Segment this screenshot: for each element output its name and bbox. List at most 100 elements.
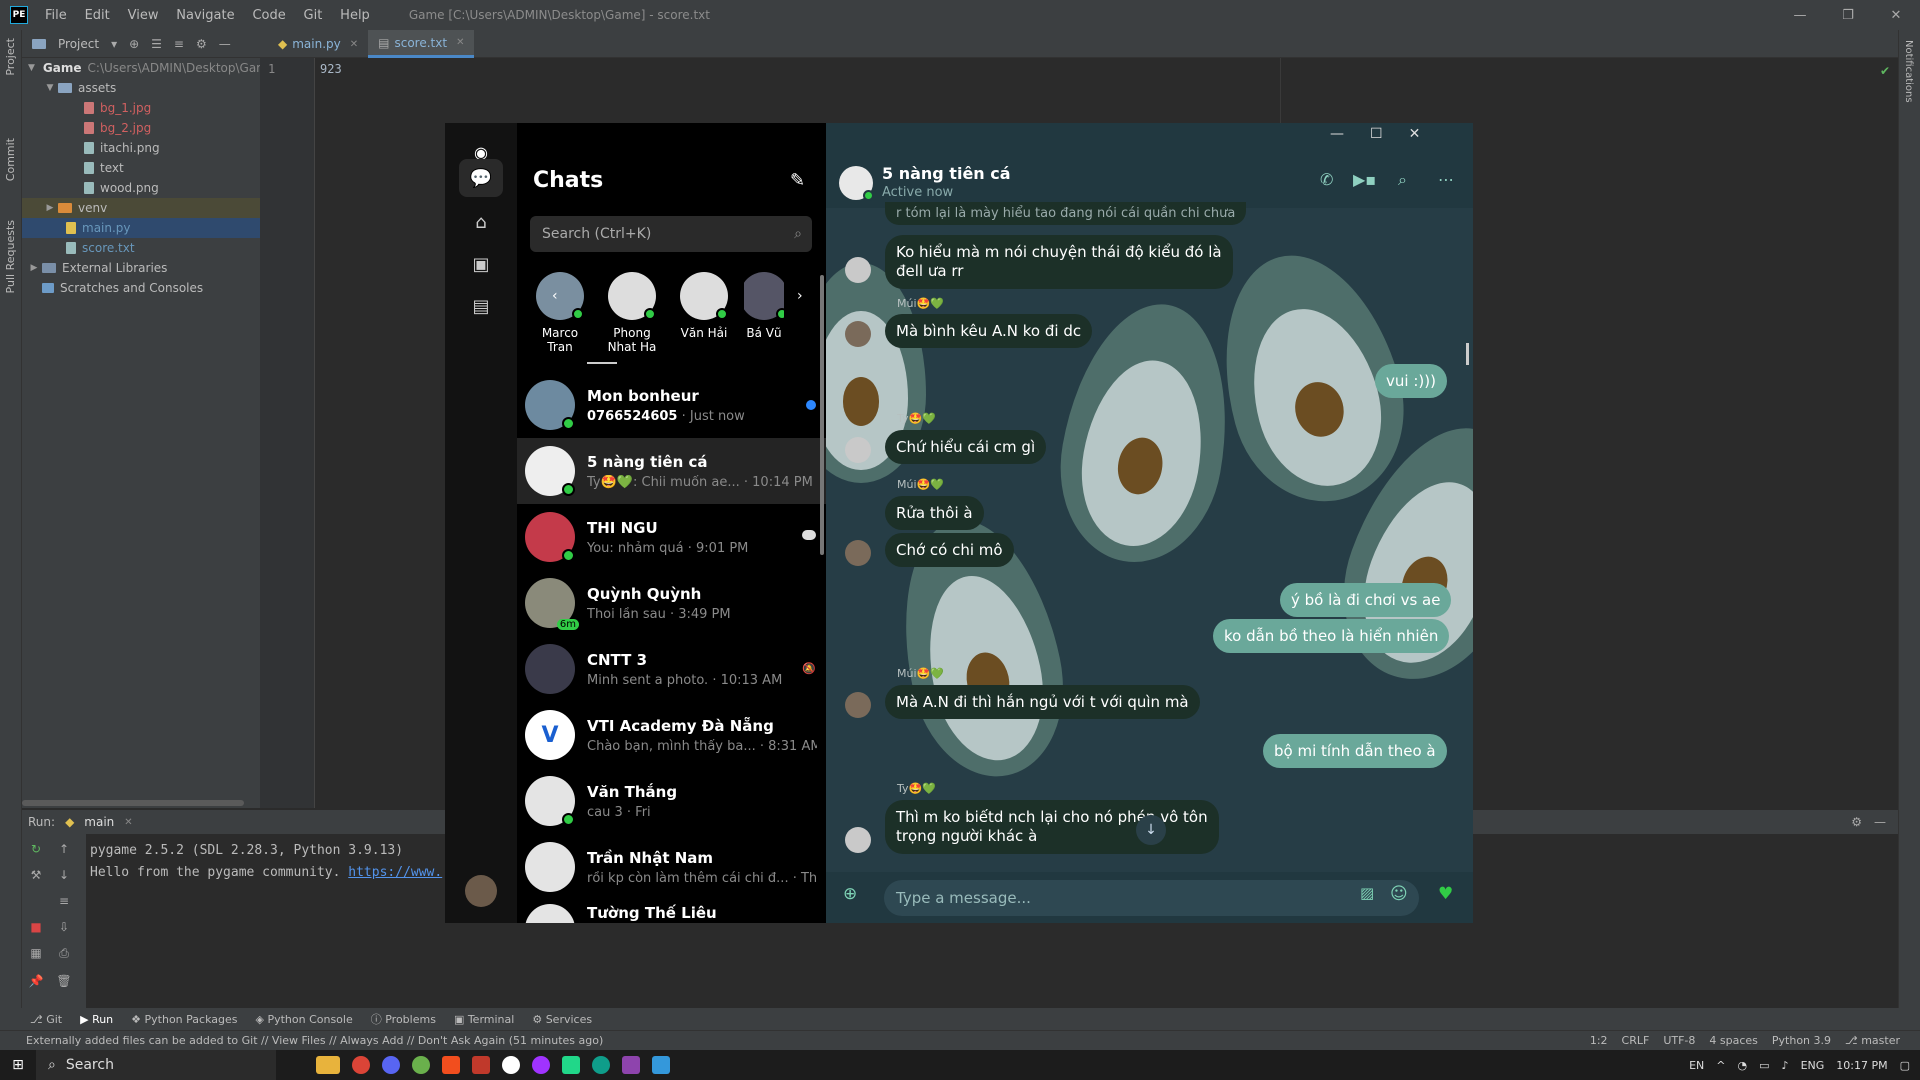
clock[interactable]: 10:17 PM [1836,1059,1887,1072]
message-bubble[interactable]: ý bồ là đi chơi vs ae [1280,583,1452,617]
windows-start-icon[interactable]: ⊞ [0,1050,36,1080]
locate-icon[interactable]: ⊕ [129,37,139,51]
tool-tab-python-packages[interactable]: ❖ Python Packages [131,1013,237,1026]
app-icon[interactable] [622,1056,640,1074]
scroll-down-icon[interactable]: ↓ [1136,815,1166,845]
restore-icon[interactable]: ❐ [1824,0,1872,30]
commit-tool-tab[interactable]: Commit [4,138,17,181]
tool-tab-terminal[interactable]: ▣ Terminal [454,1013,514,1026]
tool-tab-services[interactable]: ⚙ Services [532,1013,592,1026]
inspection-ok-icon[interactable]: ✔ [1880,64,1890,78]
git-branch[interactable]: ⎇ master [1845,1034,1900,1047]
tree-scrollbar[interactable] [22,800,244,806]
chevron-down-icon[interactable]: ▼ [44,83,56,93]
message-bubble[interactable]: Chứ hiểu cái cm gì [885,430,1047,464]
message-bubble[interactable]: Chớ có chi mô [885,533,1014,567]
collapse-all-icon[interactable]: ≡ [174,37,184,51]
message-bubble[interactable]: Thì m ko biếtd nch lại cho nó phép vô tô… [885,800,1219,854]
app-icon[interactable] [502,1056,520,1074]
close-tab-icon[interactable]: ✕ [350,39,358,50]
sticker-icon[interactable]: ▨ [1360,884,1374,902]
menu-view[interactable]: View [128,8,159,23]
emoji-icon[interactable]: ☺ [1390,884,1408,904]
tree-item-score-txt[interactable]: score.txt [22,238,260,258]
menu-file[interactable]: File [45,8,67,23]
story-item[interactable]: Phong Nhat Ha [600,272,664,354]
profile-avatar[interactable] [465,875,497,907]
down-arrow-icon[interactable]: ↓ [56,868,72,882]
battery-icon[interactable]: ▭ [1759,1059,1769,1072]
tree-item-text[interactable]: text [22,158,260,178]
chevron-right-icon[interactable]: ▶ [28,263,40,273]
wifi-icon[interactable]: ◔ [1738,1059,1748,1072]
messenger-icon[interactable] [532,1056,550,1074]
chat-row[interactable]: Mon bonheur 0766524605 · Just now [517,372,826,438]
message-bubble[interactable]: Mà A.N đi thì hắn ngủ với t với quìn mà [885,685,1200,719]
ime-indicator[interactable]: ENG [1801,1059,1825,1072]
menu-git[interactable]: Git [304,8,323,23]
editor-content[interactable]: 923 [320,62,342,76]
chat-row[interactable]: THI NGU You: nhảm quá · 9:01 PM [517,504,826,570]
tool-tab-run[interactable]: ▶ Run [80,1013,113,1026]
trash-icon[interactable]: 🗑 [56,974,72,988]
story-item[interactable]: Văn Hải [672,272,736,340]
requests-icon[interactable]: ▣ [459,245,503,283]
message-bubble[interactable]: Mà bình kêu A.N ko đi dc [885,314,1093,348]
archive-icon[interactable]: ▤ [459,287,503,325]
message-bubble[interactable]: r tóm lại là mày hiểu tao đang nói cái q… [885,202,1247,225]
layout-icon[interactable]: ▦ [28,946,44,960]
tree-item-scratches[interactable]: Scratches and Consoles [22,278,260,298]
figma-icon[interactable] [442,1056,460,1074]
output-link[interactable]: https://www. [348,865,442,880]
chat-row[interactable]: 5 nàng tiên cá Ty🤩💚: Chii muốn ae... · 1… [517,438,826,504]
line-separator[interactable]: CRLF [1622,1034,1650,1047]
soft-wrap-icon[interactable]: ≡ [56,894,72,908]
chat-row[interactable]: V VTI Academy Đà Nẵng Chào bạn, mình thấ… [517,702,826,768]
menu-navigate[interactable]: Navigate [176,8,234,23]
menu-code[interactable]: Code [252,8,285,23]
add-attachment-icon[interactable]: ⊕ [843,884,857,904]
chat-list-scrollbar[interactable] [820,275,824,555]
pin-icon[interactable]: 📌 [28,974,44,988]
tool-tab-git[interactable]: ⎇ Git [30,1013,62,1026]
chevron-right-icon[interactable]: ▶ [44,203,56,213]
lang-indicator[interactable]: EN [1689,1059,1704,1072]
menu-edit[interactable]: Edit [85,8,110,23]
settings-gear-icon[interactable]: ⚙ [196,37,207,51]
search-icon[interactable]: ⌕ [1398,170,1407,190]
tab-main-py[interactable]: ◆ main.py ✕ [268,30,368,58]
tree-item-main-py[interactable]: main.py [22,218,260,238]
message-bubble[interactable]: vui :))) [1375,364,1447,398]
discord-icon[interactable] [382,1056,400,1074]
notifications-tool-tab[interactable]: Notifications [1903,40,1914,103]
story-item[interactable]: Marco Tran [528,272,592,354]
tree-item-assets[interactable]: ▼ assets [22,78,260,98]
pycharm-icon[interactable] [562,1056,580,1074]
notification-icon[interactable]: ▢ [1900,1059,1910,1072]
volume-icon[interactable]: ♪ [1782,1059,1789,1072]
phone-icon[interactable]: ✆ [1320,170,1333,189]
status-message[interactable]: Externally added files can be added to G… [26,1034,603,1047]
up-arrow-icon[interactable]: ↑ [56,842,72,856]
chat-row[interactable]: CNTT 3 Minh sent a photo. · 10:13 AM 🔕 [517,636,826,702]
edge-icon[interactable] [592,1056,610,1074]
close-tab-icon[interactable]: ✕ [456,37,464,48]
chat-row[interactable]: 6m Quỳnh Quỳnh Thoi lần sau · 3:49 PM [517,570,826,636]
tree-item-external-libraries[interactable]: ▶ External Libraries [22,258,260,278]
chevron-up-icon[interactable]: ^ [1716,1059,1725,1072]
python-interpreter[interactable]: Python 3.9 [1772,1034,1831,1047]
print-icon[interactable]: ⎙ [56,946,72,961]
chevron-down-icon[interactable]: ▼ [28,63,35,73]
conversation-avatar[interactable] [839,166,874,201]
conversation-name[interactable]: 5 nàng tiên cá [882,164,1011,183]
wrench-icon[interactable]: ⚒ [28,868,44,882]
expand-all-icon[interactable]: ☰ [151,37,162,51]
video-call-icon[interactable]: ▶▪ [1353,170,1376,189]
chat-search-input[interactable]: Search (Ctrl+K) ⌕ [530,216,812,252]
tab-score-txt[interactable]: ▤ score.txt ✕ [368,30,475,58]
message-bubble[interactable]: bộ mi tính dẫn theo à [1263,734,1447,768]
run-settings-icon[interactable]: ⚙ [1851,815,1862,829]
minimize-icon[interactable]: — [1776,0,1824,30]
tool-tab-problems[interactable]: ⓘ Problems [371,1011,436,1027]
minimize-icon[interactable]: — [1330,126,1344,142]
